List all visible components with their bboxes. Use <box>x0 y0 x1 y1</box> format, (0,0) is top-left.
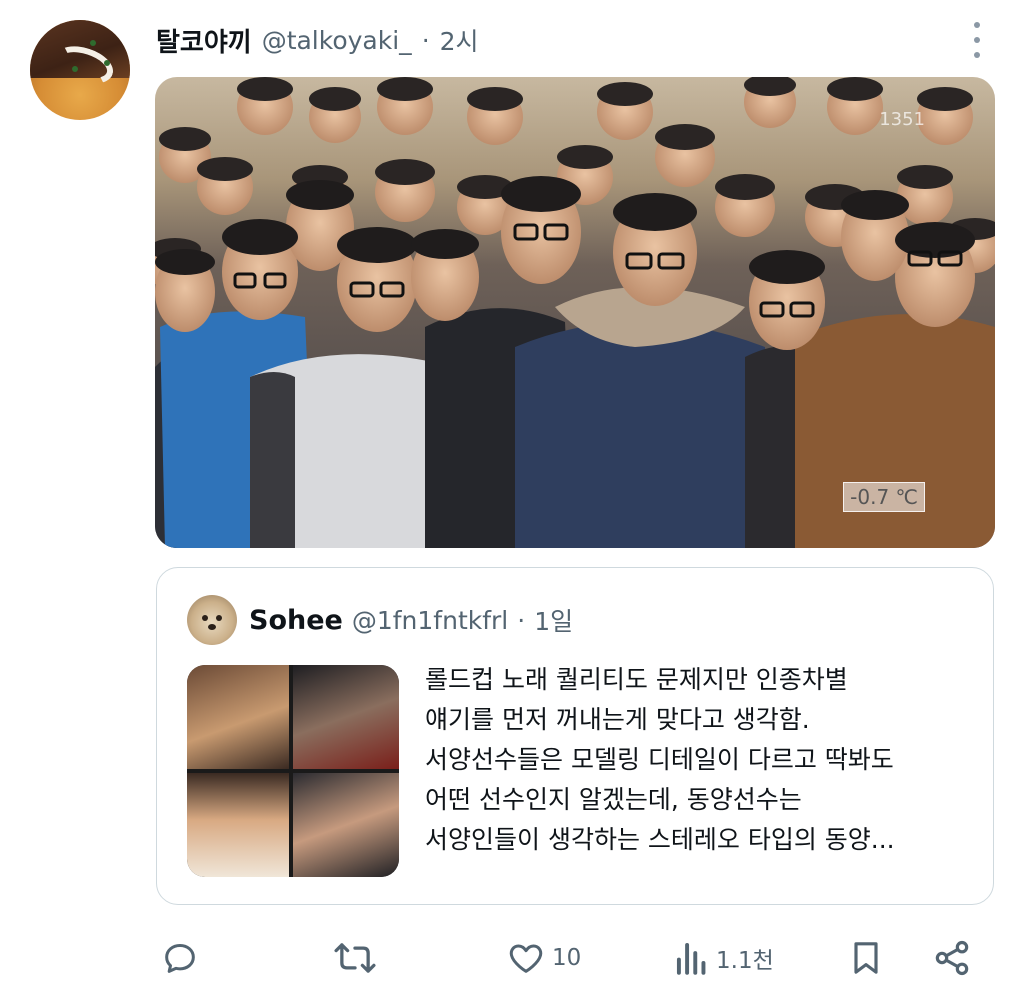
author-handle[interactable]: @talkoyaki_ <box>262 26 412 55</box>
more-dot <box>974 52 980 58</box>
post-time[interactable]: 2시 <box>440 22 479 58</box>
post-media-image[interactable]: 1351 -0.7 ℃ <box>155 77 995 548</box>
bookmark-icon <box>854 942 878 974</box>
retweet-icon <box>334 943 376 973</box>
quoted-text-line: 서양선수들은 모델링 디테일이 다르고 딱봐도 <box>425 745 894 774</box>
more-dot <box>974 22 980 28</box>
avatar-topping <box>72 66 78 72</box>
quoted-media-thumbnail[interactable] <box>187 665 399 877</box>
like-button[interactable]: 10 <box>506 930 581 986</box>
author-avatar[interactable] <box>30 20 130 120</box>
avatar-topping <box>90 40 96 46</box>
author-name[interactable]: 탈코야끼 <box>156 22 252 59</box>
bookmark-button[interactable] <box>846 930 886 986</box>
avatar-nose <box>208 624 216 630</box>
more-options-button[interactable] <box>970 22 984 58</box>
reply-icon <box>165 944 195 973</box>
reply-button[interactable] <box>160 930 200 986</box>
avatar-eye <box>216 615 222 621</box>
thumb-cell <box>187 773 289 877</box>
thumb-cell <box>293 665 399 769</box>
retweet-button[interactable] <box>332 930 378 986</box>
quoted-text-line: 서양인들이 생각하는 스테레오 타입의 동양... <box>425 825 895 854</box>
quoted-post[interactable]: Sohee @1fn1fntkfrl · 1일 롤드컵 노래 퀄리티도 문제지만… <box>156 567 994 905</box>
quoted-author-name[interactable]: Sohee <box>249 605 343 636</box>
quoted-author-avatar[interactable] <box>187 595 237 645</box>
quoted-text-line: 어떤 선수인지 알겠는데, 동양선수는 <box>425 785 802 814</box>
quoted-post-time[interactable]: 1일 <box>534 602 573 638</box>
quoted-post-text: 롤드컵 노래 퀄리티도 문제지만 인종차별 얘기를 먼저 꺼내는게 맞다고 생각… <box>425 660 981 860</box>
thumb-cell <box>187 665 289 769</box>
more-dot <box>974 37 980 43</box>
quoted-text-line: 롤드컵 노래 퀄리티도 문제지만 인종차별 <box>425 665 848 694</box>
separator-dot: · <box>517 605 526 635</box>
heart-icon <box>509 944 543 973</box>
avatar-topping <box>104 60 110 66</box>
quoted-text-line: 얘기를 먼저 꺼내는게 맞다고 생각함. <box>425 705 810 734</box>
like-count: 10 <box>552 945 582 971</box>
thumb-cell <box>293 773 399 877</box>
quoted-post-header: Sohee @1fn1fntkfrl · 1일 <box>249 598 573 642</box>
temperature-badge: -0.7 ℃ <box>843 482 925 512</box>
views-icon <box>676 942 706 975</box>
post-header: 탈코야끼 @talkoyaki_ · 2시 <box>156 20 479 60</box>
views-count: 1.1천 <box>716 948 774 974</box>
views-button[interactable]: 1.1천 <box>674 930 774 986</box>
share-icon <box>935 940 969 976</box>
separator-dot: · <box>421 25 430 55</box>
quoted-author-handle[interactable]: @1fn1fntkfrl <box>352 606 508 635</box>
action-bar: 10 1.1천 <box>156 930 996 986</box>
broadcast-watermark: 1351 <box>879 109 925 130</box>
share-button[interactable] <box>932 930 972 986</box>
avatar-eye <box>202 615 208 621</box>
crowd-photo <box>155 77 995 548</box>
